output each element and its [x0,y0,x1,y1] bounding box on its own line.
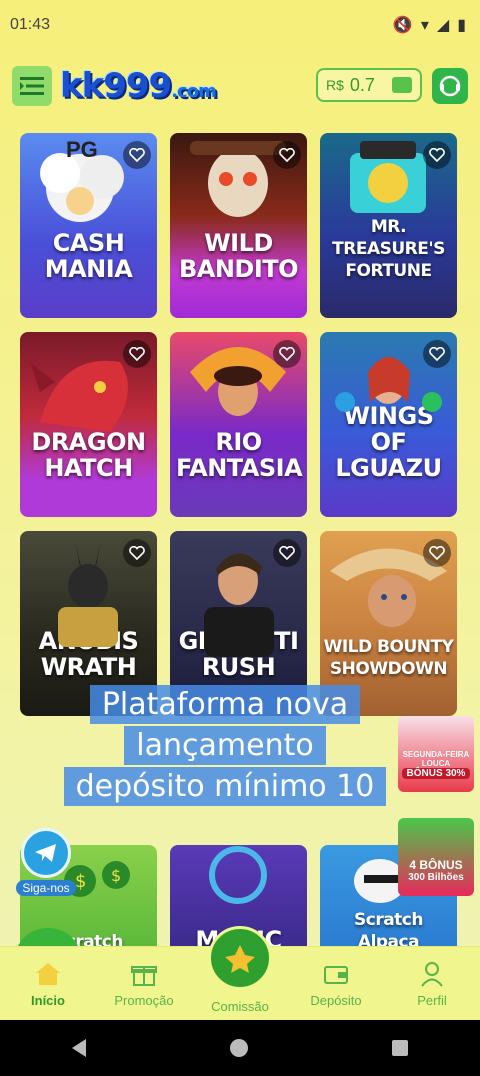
balance-value: 0.7 [349,74,375,95]
svg-text:$: $ [75,871,86,892]
game-card-cash-mania[interactable]: PG CASH MANIA [20,133,157,318]
favorite-heart-icon[interactable] [273,141,301,169]
header: kk999.com R$ 0.7 [0,58,480,114]
badge-text: 4 BÔNUS [409,858,463,872]
support-button[interactable] [432,68,468,104]
status-time: 01:43 [10,16,51,33]
gift-icon [99,959,189,989]
signal-icon: ◢ [436,17,450,34]
recent-apps-icon[interactable] [392,1040,408,1056]
profile-icon [387,959,477,989]
commission-icon [225,945,255,973]
badge-text: LOUCA [421,759,451,768]
badge-text: 300 Bilhões [408,872,464,883]
promo-line-3: depósito mínimo 10 [63,767,387,806]
back-icon[interactable] [72,1039,86,1057]
favorite-heart-icon[interactable] [423,539,451,567]
game-card-wild-bandito[interactable]: WILD BANDITO [170,133,307,318]
game-card-rio-fantasia[interactable]: RIO FANTASIA [170,332,307,517]
system-nav-bar [0,1020,480,1076]
favorite-heart-icon[interactable] [423,141,451,169]
badge-text: BÔNUS 30% [402,768,470,779]
game-card-mr-treasures-fortune[interactable]: MR. TREASURE'S FORTUNE [320,133,457,318]
system-home-icon[interactable] [230,1039,248,1057]
game-card-dragon-hatch[interactable]: DRAGON HATCH [20,332,157,517]
status-bar: 01:43 🔇 ▾ ◢ ▮ [0,0,480,50]
status-icons: 🔇 ▾ ◢ ▮ [393,15,466,35]
game-grid: PG CASH MANIA WILD BANDITO MR. TREASURE'… [20,133,460,953]
nav-deposit[interactable]: Depósito [291,959,381,1008]
home-icon [3,959,93,989]
favorite-heart-icon[interactable] [123,340,151,368]
favorite-heart-icon[interactable] [273,539,301,567]
commission-center-button[interactable] [208,926,272,990]
promo-line-2: lançamento [124,726,326,765]
site-logo[interactable]: kk999.com [60,66,217,106]
wifi-icon: ▾ [420,17,429,34]
promo-overlay: Plataforma nova lançamento depósito míni… [40,684,410,807]
game-card-wings-of-lguazu[interactable]: WINGS OF LGUAZU [320,332,457,517]
wallet-icon [392,77,412,93]
favorite-heart-icon[interactable] [123,539,151,567]
deposit-icon [291,959,381,989]
favorite-heart-icon[interactable] [423,340,451,368]
svg-text:$: $ [111,866,121,885]
nav-home-label: Início [31,993,65,1008]
promo-badge-jackpot[interactable]: 4 BÔNUS 300 Bilhões [398,818,474,896]
nav-profile[interactable]: Perfil [387,959,477,1008]
promo-line-1: Plataforma nova [89,685,361,724]
balance-currency: R$ [326,77,344,93]
telegram-icon [21,828,71,878]
follow-telegram-button[interactable]: Siga-nos [16,828,76,896]
balance-display[interactable]: R$ 0.7 [316,68,422,102]
nav-promo[interactable]: Promoção [99,959,189,1008]
pg-label: PG [66,137,98,162]
follow-label: Siga-nos [16,880,76,896]
menu-icon [20,77,44,95]
nav-commission-label: Comissão [211,999,269,1014]
support-chat-icon [439,75,461,97]
badge-text: SEGUNDA-FEIRA [402,750,470,759]
nav-home[interactable]: Início [3,963,93,1008]
nav-promo-label: Promoção [114,993,174,1008]
battery-icon: ▮ [457,17,466,34]
nav-profile-label: Perfil [417,993,447,1008]
menu-button[interactable] [12,66,52,106]
mute-icon: 🔇 [392,17,413,34]
favorite-heart-icon[interactable] [123,141,151,169]
nav-deposit-label: Depósito [310,993,362,1008]
favorite-heart-icon[interactable] [273,340,301,368]
promo-badge-monday[interactable]: SEGUNDA-FEIRA LOUCA BÔNUS 30% [398,716,474,792]
